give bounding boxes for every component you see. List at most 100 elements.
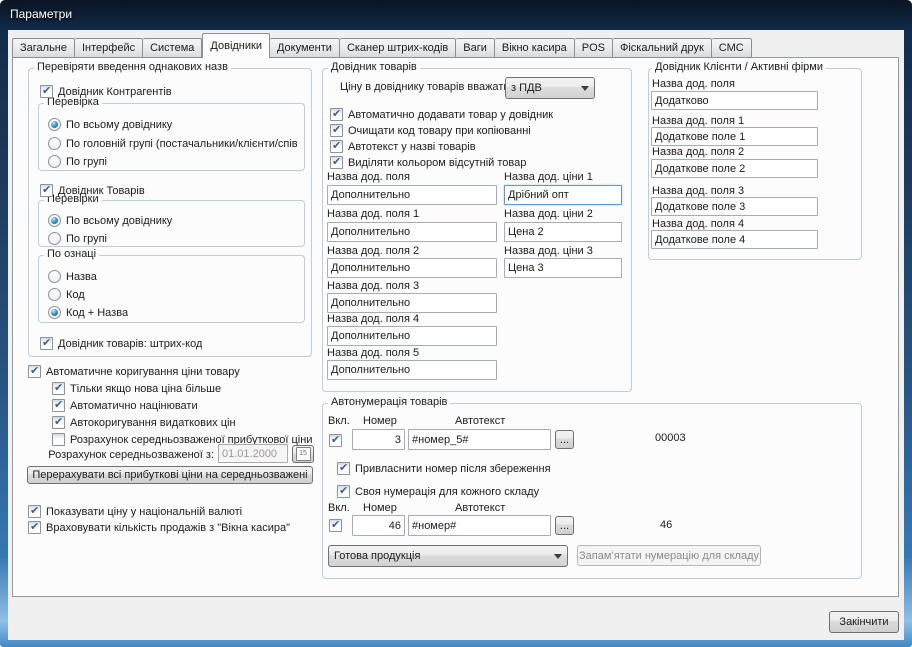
radio-circle[interactable] [48, 306, 61, 319]
radio-by-group-2[interactable]: По групі [48, 231, 107, 246]
checkbox-products-dictionary[interactable]: Довідник Товарів [40, 183, 145, 198]
tab-systema[interactable]: Система [143, 38, 202, 58]
checkbox-only-if-higher[interactable]: Тільки якщо нова ціна більше [52, 381, 221, 396]
radio-whole-dictionary-2[interactable]: По всьому довіднику [48, 213, 172, 228]
tab-vikno-kasyra[interactable]: Вікно касира [495, 38, 575, 58]
checkbox-label: Привласнити номер після збереження [355, 463, 551, 475]
radio-code-plus-name[interactable]: Код + Назва [48, 305, 128, 320]
checkbox-box[interactable] [28, 365, 41, 378]
radio-circle[interactable] [48, 214, 61, 227]
checkbox-auto-add-product[interactable]: Автоматично додавати товар у довідник [330, 107, 553, 122]
checkbox-products-barcode[interactable]: Довідник товарів: штрих-код [40, 336, 202, 351]
column-header-autotext: Автотекст [455, 415, 505, 427]
recalc-prices-button[interactable]: Перерахувати всі прибуткові ціни на сере… [27, 466, 313, 484]
checkbox-assign-after-save[interactable]: Привласнити номер після збереження [337, 461, 551, 476]
tab-pos[interactable]: POS [575, 38, 613, 58]
tab-dokumenty[interactable]: Документи [270, 38, 340, 58]
checkbox-show-national-currency[interactable]: Показувати ціну у національній валюті [28, 504, 242, 519]
extra-field-0-input[interactable] [327, 185, 497, 205]
checkbox-count-cashier-sales[interactable]: Враховувати кількість продажів з "Вікна … [28, 520, 290, 535]
client-extra-field-1-input[interactable] [651, 127, 818, 146]
checkbox-box[interactable] [329, 519, 342, 532]
checkbox-label: Довідник товарів: штрих-код [58, 338, 202, 350]
autonum-autotext-1-input[interactable] [408, 429, 551, 450]
radio-circle[interactable] [48, 270, 61, 283]
tab-interfeis[interactable]: Інтерфейс [75, 38, 143, 58]
radio-circle[interactable] [48, 232, 61, 245]
radio-circle[interactable] [48, 118, 61, 131]
checkbox-auto-expense-prices[interactable]: Автокоригування видаткових цін [52, 415, 236, 430]
checkbox-box[interactable] [52, 382, 65, 395]
extra-price-3-input[interactable] [504, 258, 622, 278]
checkbox-clear-code-on-copy[interactable]: Очищати код товару при копіюванні [330, 123, 531, 138]
tab-sms[interactable]: СМС [712, 38, 752, 58]
checkbox-box[interactable] [40, 184, 53, 197]
checkbox-box[interactable] [330, 156, 343, 169]
autonum-number-1-input[interactable] [352, 429, 405, 450]
tab-skaner-shtrykh-kodiv[interactable]: Сканер штрих-кодів [340, 38, 456, 58]
autotext-2-browse-button[interactable]: ... [555, 516, 574, 535]
radio-label: Код [66, 289, 85, 301]
checkbox-autotext-in-names[interactable]: Автотекст у назві товарів [330, 139, 476, 154]
radio-circle[interactable] [48, 137, 61, 150]
checkbox-label: Автоматично додавати товар у довідник [348, 109, 553, 121]
checkbox-autonum-row2[interactable] [329, 518, 342, 533]
radio-circle[interactable] [48, 155, 61, 168]
radio-whole-dictionary[interactable]: По всьому довіднику [48, 117, 172, 132]
calendar-button[interactable]: 15 [292, 445, 314, 463]
extra-price-1-input[interactable] [504, 185, 622, 205]
client-extra-field-0-input[interactable] [651, 91, 818, 110]
client-extra-field-2-input[interactable] [651, 159, 818, 178]
extra-price-2-input[interactable] [504, 222, 622, 242]
checkbox-box[interactable] [52, 433, 65, 446]
autonum-autotext-2-input[interactable] [408, 515, 551, 536]
weighted-date-label: Розрахунок середньозваженої з: [40, 449, 214, 461]
radio-circle[interactable] [48, 288, 61, 301]
checkbox-box[interactable] [40, 337, 53, 350]
checkbox-label: Довідник Контрагентів [58, 86, 172, 98]
checkbox-own-numbering-per-warehouse[interactable]: Своя нумерація для кожного складу [337, 484, 539, 499]
checkbox-autonum-row1[interactable] [329, 433, 342, 448]
checkbox-box[interactable] [52, 416, 65, 429]
radio-by-group[interactable]: По групі [48, 154, 107, 169]
field-label: Назва дод. поля 1 [327, 208, 419, 220]
parameters-window: Параметри Загальне Інтерфейс Система Дов… [0, 0, 912, 647]
checkbox-label: Показувати ціну у національній валюті [46, 506, 242, 518]
extra-field-3-input[interactable] [327, 293, 497, 313]
group-po-oznaci-title: По ознаці [44, 248, 99, 260]
extra-field-2-input[interactable] [327, 258, 497, 278]
tab-fiskalnyi-druk[interactable]: Фіскальний друк [613, 38, 712, 58]
checkbox-box[interactable] [330, 108, 343, 121]
checkbox-box[interactable] [52, 399, 65, 412]
tab-vagy[interactable]: Ваги [456, 38, 495, 58]
checkbox-box[interactable] [40, 85, 53, 98]
field-label: Назва дод. поля 5 [327, 347, 419, 359]
checkbox-box[interactable] [337, 485, 350, 498]
client-extra-field-4-input[interactable] [651, 230, 818, 249]
extra-field-4-input[interactable] [327, 326, 497, 346]
checkbox-box[interactable] [330, 140, 343, 153]
checkbox-box[interactable] [329, 434, 342, 447]
close-button[interactable]: Закінчити [829, 611, 899, 633]
radio-main-group[interactable]: По головній групі (постачальники/клієнти… [48, 136, 304, 151]
checkbox-box[interactable] [28, 505, 41, 518]
radio-name[interactable]: Назва [48, 269, 97, 284]
extra-field-5-input[interactable] [327, 360, 497, 380]
checkbox-box[interactable] [330, 124, 343, 137]
radio-code[interactable]: Код [48, 287, 85, 302]
tab-zagalne[interactable]: Загальне [12, 38, 75, 58]
checkbox-auto-markup[interactable]: Автоматично націнювати [52, 398, 198, 413]
checkbox-box[interactable] [337, 462, 350, 475]
warehouse-select[interactable]: Готова продукція [328, 545, 568, 567]
autonum-number-2-input[interactable] [352, 515, 405, 536]
extra-field-1-input[interactable] [327, 222, 497, 242]
checkbox-box[interactable] [28, 521, 41, 534]
checkbox-auto-price-correction[interactable]: Автоматичне коригування ціни товару [28, 364, 240, 379]
tab-dovidnyky[interactable]: Довідники [202, 33, 270, 58]
vat-select[interactable]: з ПДВ [505, 77, 595, 99]
field-label: Назва дод. поля 1 [652, 115, 744, 127]
checkbox-contractors-dictionary[interactable]: Довідник Контрагентів [40, 84, 172, 99]
autotext-1-browse-button[interactable]: ... [555, 430, 574, 449]
checkbox-highlight-missing[interactable]: Виділяти кольором відсутній товар [330, 155, 526, 170]
client-extra-field-3-input[interactable] [651, 197, 818, 216]
